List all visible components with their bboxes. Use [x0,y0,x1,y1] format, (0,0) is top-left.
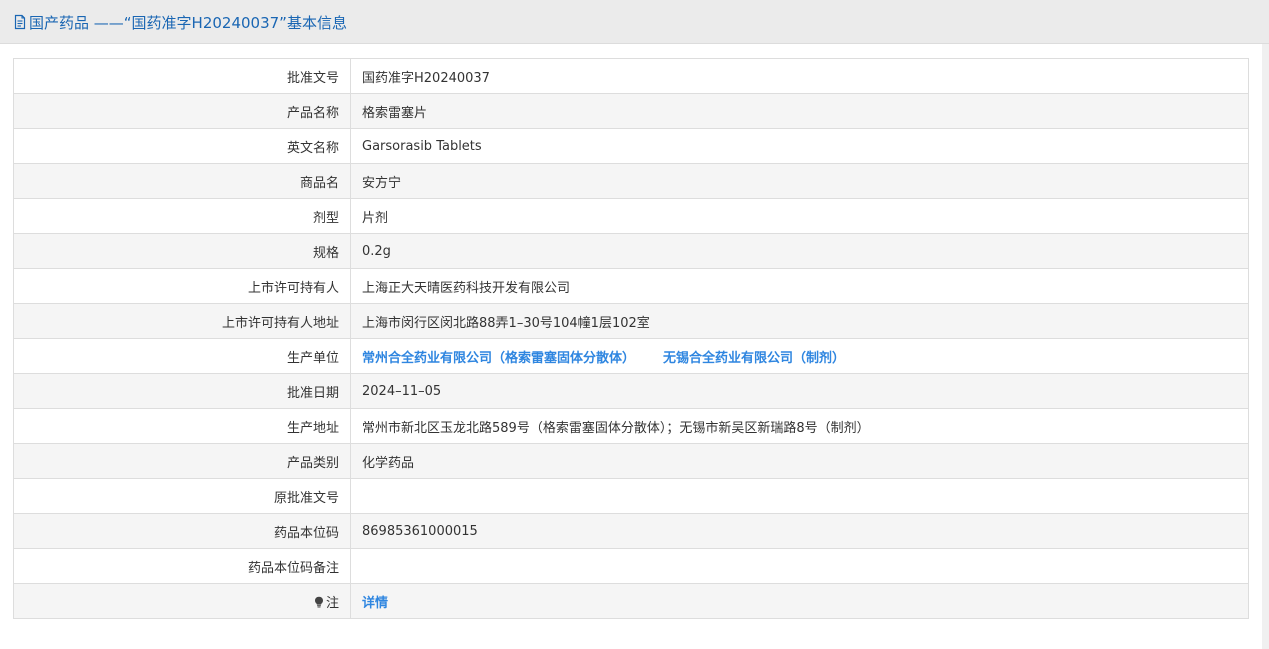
row-specification: 规格 0.2g [13,233,1249,269]
row-drug-code-note: 药品本位码备注 [13,548,1249,584]
row-approval-date: 批准日期 2024–11–05 [13,373,1249,409]
row-dosage-form: 剂型 片剂 [13,198,1249,234]
row-original-approval-no: 原批准文号 [13,478,1249,514]
field-label: 产品类别 [13,443,351,479]
field-label: 生产地址 [13,408,351,444]
page-header: 国产药品 ——“国药准字H20240037”基本信息 [0,0,1269,44]
field-value: 上海正大天晴医药科技开发有限公司 [350,268,1249,304]
row-english-name: 英文名称 Garsorasib Tablets [13,128,1249,164]
header-title-wrap: 国产药品 ——“国药准字H20240037”基本信息 [13,11,347,33]
row-license-holder: 上市许可持有人 上海正大天晴医药科技开发有限公司 [13,268,1249,304]
field-label: 上市许可持有人 [13,268,351,304]
field-value: 0.2g [350,233,1249,269]
field-value: 2024–11–05 [350,373,1249,409]
row-license-holder-address: 上市许可持有人地址 上海市闵行区闵北路88弄1–30号104幢1层102室 [13,303,1249,339]
note-label: 注 [325,595,339,611]
field-value: 国药准字H20240037 [350,58,1249,94]
lightbulb-icon [314,596,324,608]
row-approval-no: 批准文号 国药准字H20240037 [13,58,1249,94]
field-value: 格索雷塞片 [350,93,1249,129]
field-value: 化学药品 [350,443,1249,479]
field-label: 规格 [13,233,351,269]
field-label: 剂型 [13,198,351,234]
field-value: 上海市闵行区闵北路88弄1–30号104幢1层102室 [350,303,1249,339]
row-note: 注 详情 [13,583,1249,619]
drug-info-table: 批准文号 国药准字H20240037 产品名称 格索雷塞片 英文名称 Garso… [13,58,1249,619]
field-value: Garsorasib Tablets [350,128,1249,164]
field-label: 商品名 [13,163,351,199]
details-link[interactable]: 详情 [362,596,388,611]
field-label: 注 [13,583,351,619]
field-label: 生产单位 [13,338,351,374]
manufacturer-link-changzhou[interactable]: 常州合全药业有限公司（格索雷塞固体分散体） [362,351,635,366]
field-label: 药品本位码备注 [13,548,351,584]
row-production-address: 生产地址 常州市新北区玉龙北路589号（格索雷塞固体分散体）；无锡市新吴区新瑞路… [13,408,1249,444]
manufacturer-link-wuxi[interactable]: 无锡合全药业有限公司（制剂） [663,351,845,366]
field-value: 86985361000015 [350,513,1249,549]
field-value [350,478,1249,514]
field-label: 英文名称 [13,128,351,164]
field-label: 批准日期 [13,373,351,409]
row-product-category: 产品类别 化学药品 [13,443,1249,479]
row-manufacturer: 生产单位 常州合全药业有限公司（格索雷塞固体分散体） 无锡合全药业有限公司（制剂） [13,338,1249,374]
field-value: 详情 [350,583,1249,619]
field-value [350,548,1249,584]
field-value: 常州市新北区玉龙北路589号（格索雷塞固体分散体）；无锡市新吴区新瑞路8号（制剂… [350,408,1249,444]
page-title: 国产药品 ——“国药准字H20240037”基本信息 [29,13,347,32]
field-value: 常州合全药业有限公司（格索雷塞固体分散体） 无锡合全药业有限公司（制剂） [350,338,1249,374]
scrollbar-track[interactable] [1262,44,1269,649]
document-icon [13,14,27,30]
row-product-name: 产品名称 格索雷塞片 [13,93,1249,129]
field-label: 批准文号 [13,58,351,94]
row-trade-name: 商品名 安方宁 [13,163,1249,199]
row-drug-code: 药品本位码 86985361000015 [13,513,1249,549]
field-label: 上市许可持有人地址 [13,303,351,339]
field-label: 原批准文号 [13,478,351,514]
field-label: 药品本位码 [13,513,351,549]
field-value: 安方宁 [350,163,1249,199]
field-value: 片剂 [350,198,1249,234]
field-label: 产品名称 [13,93,351,129]
